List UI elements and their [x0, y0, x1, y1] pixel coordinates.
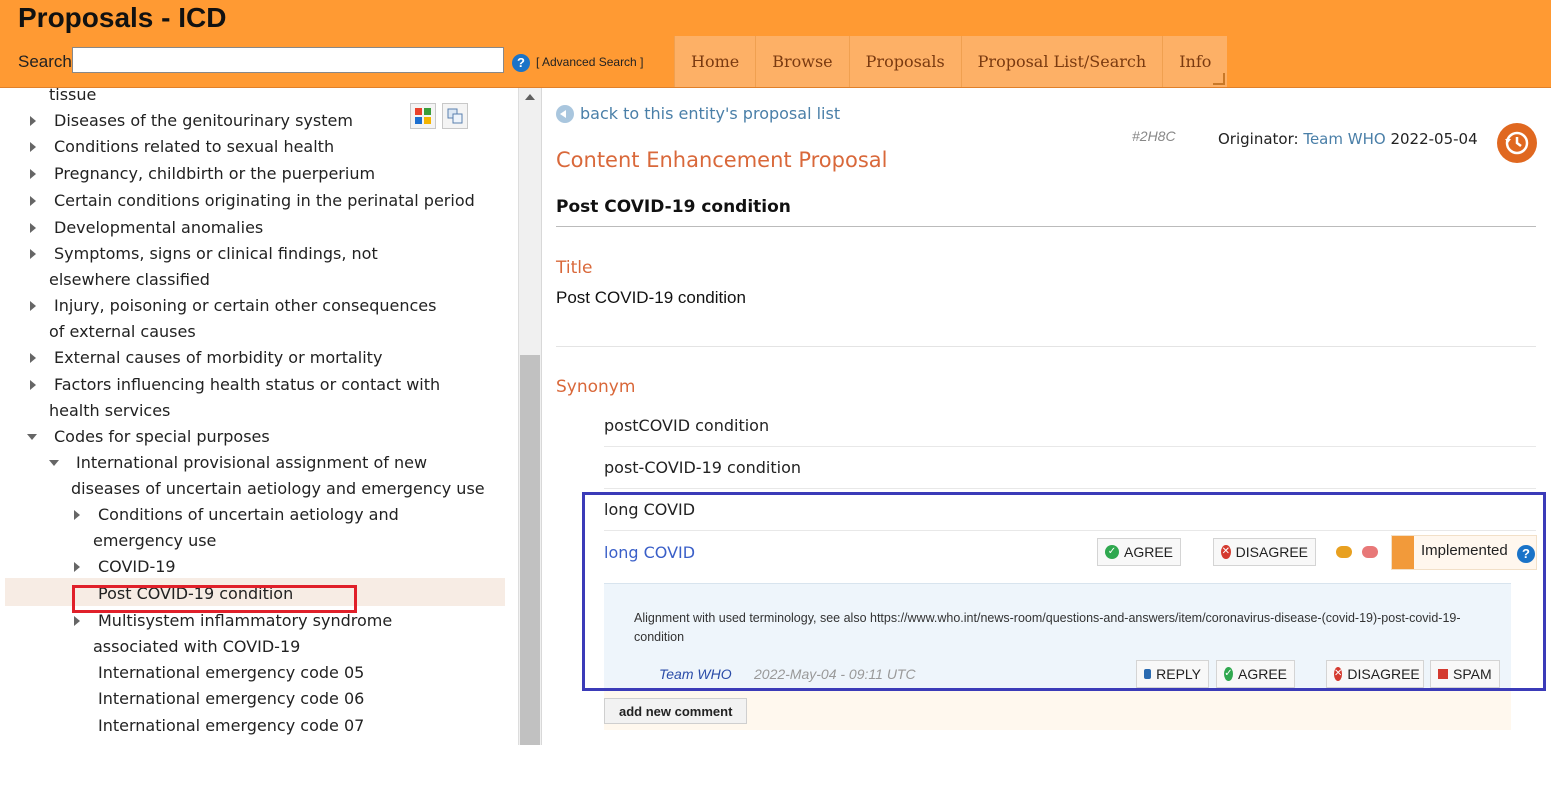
collapse-arrow-icon[interactable] — [49, 460, 59, 466]
synonym-annotation-box — [582, 492, 1546, 691]
tab-info[interactable]: Info — [1162, 36, 1228, 87]
back-link-label: back to this entity's proposal list — [580, 104, 841, 123]
proposal-id: #2H8C — [1132, 128, 1176, 144]
page-title: Content Enhancement Proposal — [556, 148, 888, 172]
tab-proposal-list-search[interactable]: Proposal List/Search — [960, 36, 1163, 87]
app-header: Proposals - ICD Search ? [ Advanced Sear… — [0, 0, 1551, 88]
tree-item[interactable]: Conditions related to sexual health — [0, 134, 505, 160]
tree-item[interactable]: COVID-19 — [0, 554, 505, 580]
history-icon — [1505, 131, 1529, 155]
scrollbar-thumb[interactable] — [520, 355, 540, 745]
sidebar-scrollbar[interactable] — [518, 88, 541, 745]
resize-corner-icon — [1213, 73, 1226, 85]
top-navigation: Home Browse Proposals Proposal List/Sear… — [674, 36, 1228, 87]
title-value: Post COVID-19 condition — [556, 288, 746, 307]
collapse-arrow-icon[interactable] — [27, 434, 37, 440]
expand-arrow-icon[interactable] — [30, 249, 36, 259]
divider — [556, 346, 1536, 347]
tree-item[interactable]: International emergency code 05 — [0, 660, 505, 686]
tree-item[interactable]: Diseases of the genitourinary system — [0, 108, 505, 134]
synonym-item: post-COVID-19 condition — [604, 458, 801, 477]
history-button[interactable] — [1497, 123, 1537, 163]
tab-browse[interactable]: Browse — [755, 36, 849, 87]
expand-arrow-icon[interactable] — [74, 510, 80, 520]
expand-arrow-icon[interactable] — [30, 169, 36, 179]
tree-item[interactable]: External causes of morbidity or mortalit… — [0, 345, 505, 371]
comment-footer: add new comment — [604, 690, 1511, 730]
search-label: Search — [18, 52, 72, 71]
tab-proposals[interactable]: Proposals — [848, 36, 961, 87]
expand-arrow-icon[interactable] — [30, 196, 36, 206]
tree-item[interactable]: Multisystem inflammatory syndrome associ… — [0, 608, 480, 660]
advanced-search-link[interactable]: [ Advanced Search ] — [536, 55, 643, 69]
search-input[interactable] — [72, 47, 504, 73]
divider — [604, 488, 1536, 489]
expand-arrow-icon[interactable] — [30, 142, 36, 152]
tree-item[interactable]: International emergency code 06 — [0, 686, 505, 712]
entity-tree: tissue Diseases of the genitourinary sys… — [0, 88, 520, 745]
expand-arrow-icon[interactable] — [74, 616, 80, 626]
divider — [604, 446, 1536, 447]
tree-item[interactable]: Conditions of uncertain aetiology and em… — [0, 502, 490, 554]
tree-item[interactable]: tissue — [0, 88, 505, 108]
tree-item[interactable]: Developmental anomalies — [0, 215, 505, 241]
tree-item[interactable]: Symptoms, signs or clinical findings, no… — [0, 241, 450, 293]
tree-item-expanded[interactable]: Codes for special purposes — [0, 424, 505, 450]
help-icon[interactable]: ? — [512, 54, 530, 72]
originator-date: 2022-05-04 — [1390, 130, 1478, 148]
expand-arrow-icon[interactable] — [30, 116, 36, 126]
expand-arrow-icon[interactable] — [74, 562, 80, 572]
tree-item-expanded[interactable]: International provisional assignment of … — [0, 450, 490, 502]
tree-item[interactable]: Factors influencing health status or con… — [0, 372, 485, 424]
add-comment-button[interactable]: add new comment — [604, 698, 748, 724]
originator-name[interactable]: Team WHO — [1303, 130, 1385, 148]
tree-item[interactable]: Pregnancy, childbirth or the puerperium — [0, 161, 505, 187]
tree-item[interactable]: Certain conditions originating in the pe… — [0, 188, 505, 214]
originator: Originator: Team WHO 2022-05-04 — [1218, 130, 1478, 148]
tree-item[interactable]: Injury, poisoning or certain other conse… — [0, 293, 450, 345]
synonym-item: postCOVID condition — [604, 416, 770, 435]
scroll-up-arrow-icon[interactable] — [525, 94, 535, 100]
tab-home[interactable]: Home — [674, 36, 756, 87]
synonym-section-heading: Synonym — [556, 377, 636, 397]
expand-arrow-icon[interactable] — [30, 380, 36, 390]
entity-title: Post COVID-19 condition — [556, 197, 791, 217]
back-link[interactable]: back to this entity's proposal list — [556, 104, 840, 123]
divider — [556, 226, 1536, 227]
back-arrow-icon — [556, 104, 574, 123]
tab-info-label: Info — [1179, 52, 1212, 71]
selection-annotation-box — [72, 585, 357, 613]
app-title: Proposals - ICD — [18, 2, 227, 33]
expand-arrow-icon[interactable] — [30, 353, 36, 363]
tree-item[interactable]: International emergency code 07 — [0, 713, 505, 739]
expand-arrow-icon[interactable] — [30, 223, 36, 233]
expand-arrow-icon[interactable] — [30, 301, 36, 311]
title-section-heading: Title — [556, 258, 593, 278]
